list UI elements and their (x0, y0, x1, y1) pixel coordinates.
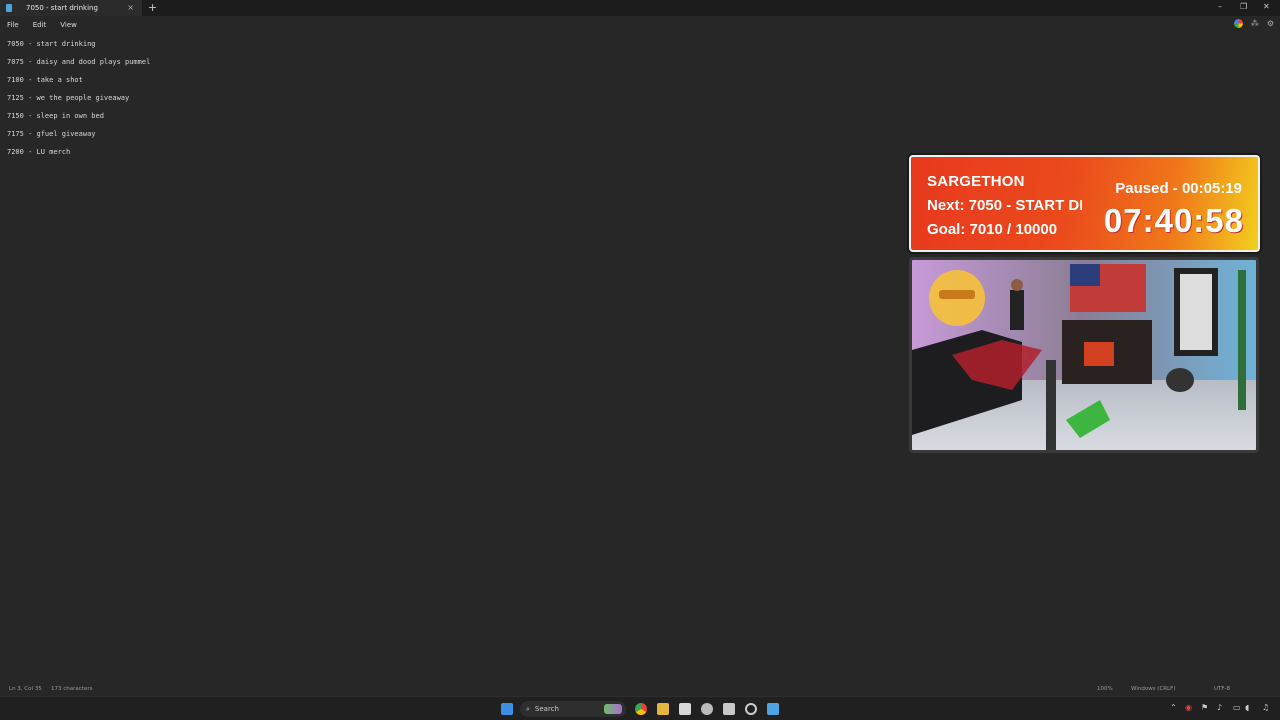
screen: 7050 - start drinking × + – ❐ ✕ File Edi… (0, 0, 1280, 720)
search-placeholder: Search (534, 705, 559, 713)
notepad-taskbar-icon[interactable] (767, 703, 779, 715)
chrome-icon[interactable] (635, 703, 647, 715)
minimize-button[interactable]: – (1218, 2, 1222, 11)
account-avatar[interactable] (1233, 19, 1243, 28)
start-windows-icon[interactable] (501, 703, 513, 715)
app-icon[interactable] (701, 703, 713, 715)
tab-close-button[interactable]: × (127, 3, 134, 12)
character-count: 173 characters (51, 686, 93, 692)
text-editor[interactable]: 7050 - start drinking 7075 - daisy and d… (7, 40, 150, 166)
chevron-up-icon[interactable]: ⌃ (1170, 703, 1177, 712)
network-icon[interactable]: ▭ (1233, 703, 1241, 712)
taskbar: ⌕ Search ⌃ ◉ ⚑ ♪ ▭ ◖ ♫ (0, 696, 1280, 720)
menu-edit[interactable]: Edit (33, 21, 47, 29)
overlay-next-goal: Next: 7050 - START DRI (927, 197, 1082, 214)
menu-file[interactable]: File (7, 21, 19, 29)
tray-app-icon[interactable]: ◉ (1185, 703, 1192, 712)
volume-icon[interactable]: ◖ (1245, 703, 1249, 712)
mic-stand (1046, 360, 1056, 450)
clock-app-icon[interactable] (745, 703, 757, 715)
text-line: 7200 - LU merch (7, 148, 71, 156)
text-line: 7050 - start drinking (7, 40, 96, 48)
zoom-level[interactable]: 100% (1097, 686, 1113, 692)
notification-bell-icon[interactable]: ♫ (1262, 703, 1269, 712)
new-tab-button[interactable]: + (148, 1, 157, 14)
line-ending[interactable]: Windows (CRLF) (1131, 686, 1175, 692)
title-bar: 7050 - start drinking × + – ❐ ✕ (0, 0, 1280, 16)
notepad-tab[interactable]: 7050 - start drinking × (0, 0, 142, 16)
text-line: 7075 - daisy and dood plays pummel (7, 58, 151, 66)
webcam-feed (909, 257, 1259, 453)
overlay-countdown-timer: 07:40:58 (1103, 202, 1244, 239)
status-bar: Ln 3, Col 35 173 characters 100% Windows… (0, 684, 1280, 696)
menu-right-controls: ⁂ ⚙ (1233, 19, 1274, 28)
encoding[interactable]: UTF-8 (1214, 686, 1230, 692)
notes-icon[interactable] (723, 703, 735, 715)
maximize-button[interactable]: ❐ (1240, 2, 1247, 11)
search-highlight-icon (604, 704, 622, 714)
text-line: 7125 - we the people giveaway (7, 94, 130, 102)
text-line: 7100 - take a shot (7, 76, 83, 84)
person (1010, 290, 1024, 330)
close-window-button[interactable]: ✕ (1263, 2, 1270, 11)
text-line: 7175 - gfuel giveaway (7, 130, 96, 138)
store-icon[interactable] (679, 703, 691, 715)
tab-title: 7050 - start drinking (26, 4, 98, 12)
tray-icon[interactable]: ⚑ (1201, 703, 1208, 712)
taskbar-search[interactable]: ⌕ Search (520, 701, 626, 717)
microphone-icon[interactable]: ♪ (1217, 703, 1222, 712)
copilot-icon[interactable]: ⁂ (1251, 19, 1259, 28)
menu-view[interactable]: View (60, 21, 77, 29)
overlay-paused-time: Paused - 00:05:19 (1115, 180, 1242, 197)
menu-bar: File Edit View (0, 16, 1280, 33)
notepad-icon (6, 4, 12, 12)
overlay-goal-progress: Goal: 7010 / 10000 (927, 221, 1058, 238)
cursor-position: Ln 3, Col 35 (9, 686, 42, 692)
overlay-title: SARGETHON (927, 173, 1025, 190)
text-line: 7150 - sleep in own bed (7, 112, 104, 120)
search-icon: ⌕ (526, 704, 530, 713)
settings-gear-icon[interactable]: ⚙ (1267, 19, 1274, 28)
file-explorer-icon[interactable] (657, 703, 669, 715)
stream-timer-overlay: SARGETHON Next: 7050 - START DRI Goal: 7… (909, 155, 1260, 252)
